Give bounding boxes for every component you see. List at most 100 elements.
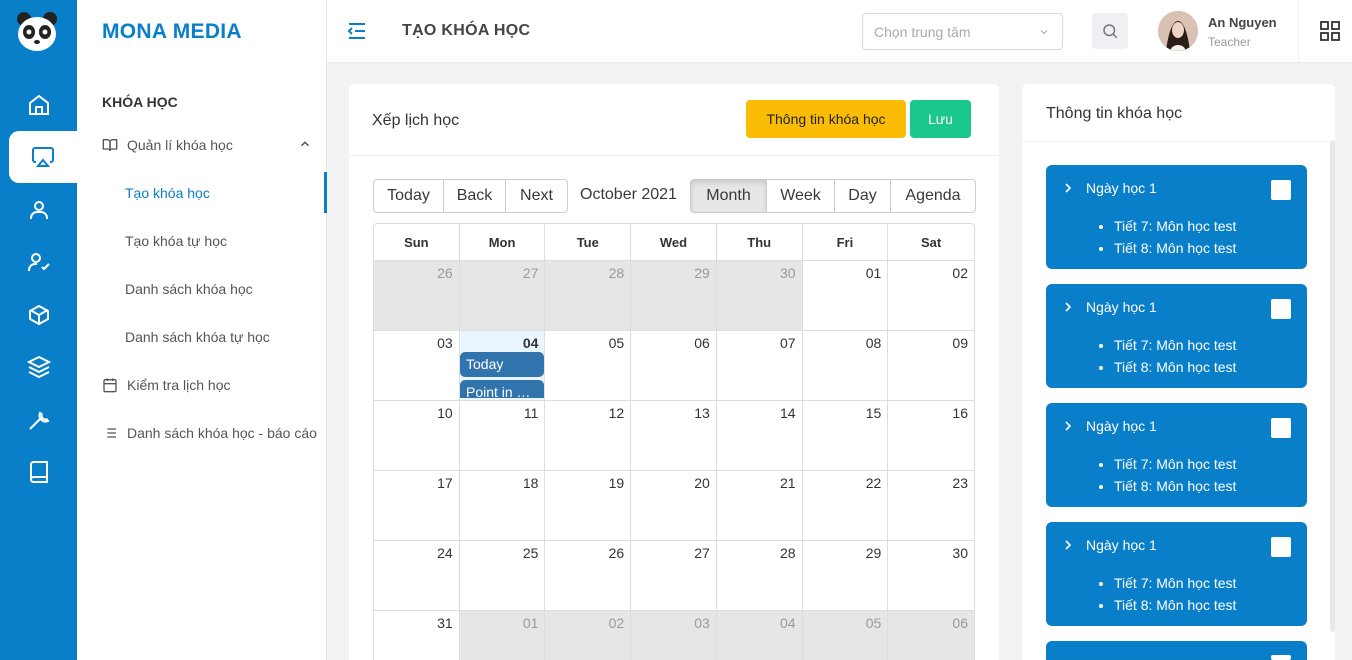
study-day-card[interactable]: Ngày học 1 Tiết 7: Môn học test Tiết 8: … [1046, 284, 1307, 388]
chevron-right-icon[interactable] [1063, 183, 1073, 193]
calendar-day-cell[interactable]: 29 [803, 541, 889, 610]
sidebar-group-quan-li[interactable]: Quản lí khóa học [102, 135, 233, 155]
calendar-day-cell[interactable]: 08 [803, 331, 889, 400]
avatar[interactable] [1158, 11, 1198, 51]
calendar-day-cell[interactable]: 23 [888, 471, 974, 540]
save-button[interactable]: Lưu [910, 100, 971, 138]
calendar-day-cell[interactable]: 25 [460, 541, 546, 610]
user-icon[interactable] [0, 184, 77, 236]
view-agenda-button[interactable]: Agenda [891, 180, 975, 212]
sidebar-item-tao-khoa-tu-hoc[interactable]: Tạo khóa tự học [125, 233, 227, 249]
user-role: Teacher [1208, 35, 1251, 49]
calendar-day-cell[interactable]: 02 [888, 261, 974, 330]
airplay-icon[interactable] [9, 131, 77, 183]
calendar-day-cell[interactable]: 27 [459, 261, 546, 330]
calendar-day-cell[interactable]: 30 [716, 261, 803, 330]
calendar-day-cell[interactable]: 06 [888, 611, 974, 660]
sidebar-item-tao-khoa-hoc[interactable]: Tạo khóa học [125, 185, 210, 201]
view-day-button[interactable]: Day [835, 180, 891, 212]
calendar-day-cell[interactable]: 07 [717, 331, 803, 400]
calendar-today-button[interactable]: Today [374, 180, 444, 212]
sidebar-group-kiem-tra[interactable]: Kiểm tra lịch học [102, 375, 230, 395]
book-icon[interactable] [0, 446, 77, 498]
calendar-day-cell[interactable]: 30 [888, 541, 974, 610]
calendar-day-cell[interactable]: 09 [888, 331, 974, 400]
calendar-day-cell[interactable]: 01 [803, 261, 889, 330]
lesson-item: Tiết 7: Môn học test [1114, 215, 1236, 237]
calendar-toolbar: Today Back Next October 2021 Month Week … [373, 179, 976, 213]
calendar-day-cell[interactable]: 19 [545, 471, 632, 540]
calendar-day-cell[interactable]: 18 [460, 471, 546, 540]
weekday-header: Sun Mon Tue Wed Thu Fri Sat [374, 224, 974, 261]
calendar-day-cell[interactable]: 29 [631, 261, 717, 330]
study-day-checkbox[interactable] [1271, 299, 1291, 319]
course-info-header: Thông tin khóa học [1022, 84, 1335, 142]
user-name: An Nguyen [1208, 15, 1277, 30]
sidebar-item-danh-sach-khoa-hoc[interactable]: Danh sách khóa học [125, 281, 253, 297]
calendar-event[interactable]: Today [460, 352, 544, 377]
calendar-day-cell[interactable]: 26 [374, 261, 460, 330]
schedule-card-header: Xếp lịch học Thông tin khóa học Lưu [349, 84, 999, 156]
calendar-day-cell[interactable]: 26 [545, 541, 632, 610]
calendar-day-cell[interactable]: 11 [460, 401, 546, 470]
calendar-day-cell[interactable]: 02 [545, 611, 632, 660]
lesson-list: Tiết 7: Môn học test Tiết 8: Môn học tes… [1114, 334, 1236, 378]
calendar-day-cell[interactable]: 27 [631, 541, 717, 610]
study-day-checkbox[interactable] [1271, 418, 1291, 438]
study-day-checkbox[interactable] [1271, 180, 1291, 200]
view-month-button[interactable]: Month [691, 180, 767, 212]
calendar-event[interactable]: Point in Time Event [460, 380, 544, 398]
calendar-day-cell[interactable]: 12 [545, 401, 632, 470]
study-day-card[interactable]: Ngày học 1 Tiết 7: Môn học test Tiết 8: … [1046, 403, 1307, 507]
grid-apps-icon[interactable] [1320, 21, 1340, 41]
calendar-day-cell[interactable]: 17 [374, 471, 460, 540]
sidebar-item-danh-sach-khoa-tu-hoc[interactable]: Danh sách khóa tự học [125, 329, 270, 345]
calendar-day-cell[interactable]: 05 [545, 331, 632, 400]
tool-icon[interactable] [0, 394, 77, 446]
calendar-day-cell[interactable]: 21 [717, 471, 803, 540]
chevron-right-icon[interactable] [1063, 421, 1073, 431]
calendar-day-cell[interactable]: 14 [717, 401, 803, 470]
calendar-day-cell[interactable]: 03 [631, 611, 717, 660]
study-day-card[interactable] [1046, 641, 1307, 660]
chevron-right-icon[interactable] [1063, 302, 1073, 312]
calendar-next-button[interactable]: Next [506, 180, 567, 212]
sidebar-group-bao-cao[interactable]: Danh sách khóa học - báo cáo [102, 423, 317, 443]
view-week-button[interactable]: Week [767, 180, 835, 212]
home-icon[interactable] [0, 79, 77, 131]
lesson-item: Tiết 8: Môn học test [1114, 475, 1236, 497]
calendar-day-cell[interactable]: 16 [888, 401, 974, 470]
layers-icon[interactable] [0, 341, 77, 393]
course-info-button[interactable]: Thông tin khóa học [746, 100, 906, 138]
calendar-day-cell[interactable]: 04 [716, 611, 803, 660]
calendar-day-cell[interactable]: 22 [803, 471, 889, 540]
calendar-back-button[interactable]: Back [444, 180, 506, 212]
panda-logo-icon[interactable] [16, 11, 58, 53]
weekday-label: Thu [717, 224, 803, 260]
chevron-right-icon[interactable] [1063, 540, 1073, 550]
calendar-day-cell[interactable]: 28 [545, 261, 632, 330]
study-day-checkbox[interactable] [1271, 537, 1291, 557]
center-select[interactable]: Chọn trung tâm [862, 13, 1063, 50]
user-check-icon[interactable] [0, 236, 77, 288]
calendar-day-cell[interactable]: 20 [631, 471, 717, 540]
calendar-day-cell[interactable]: 03 [374, 331, 460, 400]
calendar-day-cell[interactable]: 24 [374, 541, 460, 610]
box-icon[interactable] [0, 289, 77, 341]
calendar-day-cell[interactable]: 31 [374, 611, 460, 660]
study-day-checkbox[interactable] [1271, 655, 1291, 660]
search-button[interactable] [1092, 13, 1128, 49]
calendar-day-cell[interactable]: 28 [717, 541, 803, 610]
calendar-day-cell[interactable]: 10 [374, 401, 460, 470]
study-day-card[interactable]: Ngày học 1 Tiết 7: Môn học test Tiết 8: … [1046, 165, 1307, 269]
calendar-day-cell[interactable]: 06 [631, 331, 717, 400]
calendar-day-cell[interactable]: 13 [631, 401, 717, 470]
calendar-day-cell[interactable]: 01 [459, 611, 546, 660]
calendar-day-cell[interactable]: 05 [802, 611, 889, 660]
chevron-up-icon[interactable] [298, 137, 312, 151]
panel-scrollbar[interactable] [1330, 140, 1335, 632]
calendar-week: 24 25 26 27 28 29 30 [374, 541, 974, 611]
menu-collapse-icon[interactable] [347, 22, 367, 40]
calendar-day-cell[interactable]: 15 [803, 401, 889, 470]
study-day-card[interactable]: Ngày học 1 Tiết 7: Môn học test Tiết 8: … [1046, 522, 1307, 626]
